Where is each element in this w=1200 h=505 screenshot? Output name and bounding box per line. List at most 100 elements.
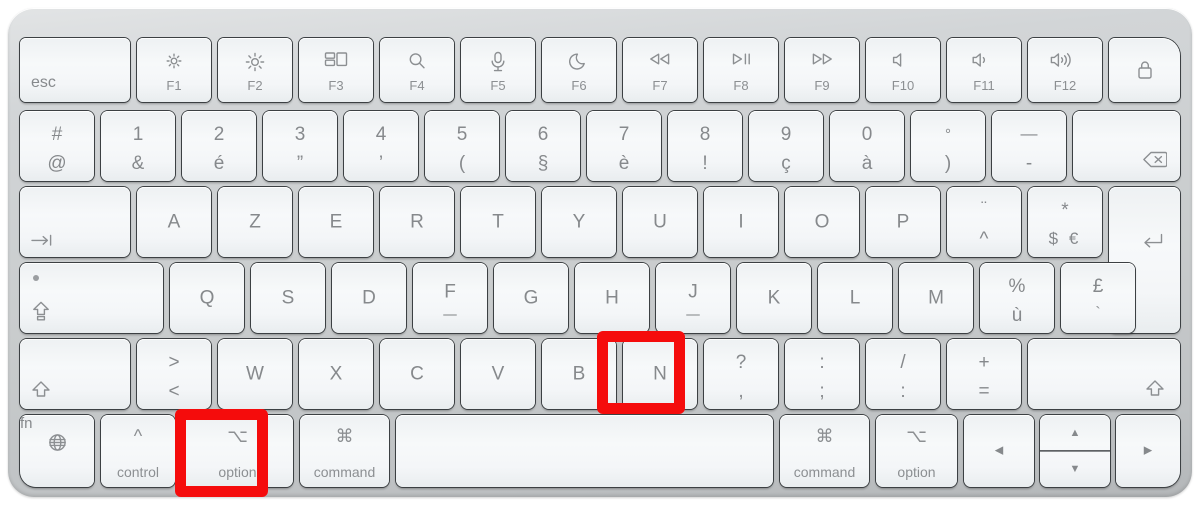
key-diaeresis-circumflex[interactable]: ¨ ^ <box>947 187 1021 257</box>
key-d[interactable]: D <box>332 263 406 333</box>
key-d-label: D <box>362 287 376 309</box>
key-4[interactable]: 4 ’ <box>344 111 418 181</box>
key-question-comma[interactable]: ? , <box>704 339 778 409</box>
key-w[interactable]: W <box>218 339 292 409</box>
key-p[interactable]: P <box>866 187 940 257</box>
key-space[interactable] <box>396 415 773 487</box>
key-delete[interactable] <box>1073 111 1180 181</box>
arrow-down-icon[interactable]: ▼ <box>1040 451 1110 487</box>
play-pause-icon <box>704 51 778 73</box>
key-0[interactable]: 0 à <box>830 111 904 181</box>
key-arrow-up-down[interactable]: ▲ ▼ <box>1040 415 1110 487</box>
key-l[interactable]: L <box>818 263 892 333</box>
key-esc[interactable]: esc <box>20 38 130 102</box>
key-option-left[interactable]: ⌥ option <box>182 415 293 487</box>
key-arrow-left[interactable]: ◀ <box>964 415 1034 487</box>
key-option-right[interactable]: ⌥ option <box>876 415 957 487</box>
shift-arrow-icon <box>1145 379 1165 397</box>
key-slash-top: / <box>900 352 906 373</box>
key-h-label: H <box>605 287 619 309</box>
key-f-tactile-bump <box>443 314 457 316</box>
key-shift-left[interactable] <box>20 339 130 409</box>
key-equals-bottom: = <box>978 381 990 402</box>
key-t-label: T <box>492 211 504 233</box>
key-e[interactable]: E <box>299 187 373 257</box>
key-greater-less[interactable]: > < <box>137 339 211 409</box>
key-fn-globe[interactable]: fn <box>20 415 94 487</box>
key-a[interactable]: A <box>137 187 211 257</box>
key-8-top: 8 <box>699 124 711 145</box>
key-f8[interactable]: F8 <box>704 38 778 102</box>
key-i[interactable]: I <box>704 187 778 257</box>
key-m[interactable]: M <box>899 263 973 333</box>
key-caps-lock[interactable] <box>20 263 163 333</box>
key-shift-right[interactable] <box>1028 339 1180 409</box>
key-z[interactable]: Z <box>218 187 292 257</box>
key-n[interactable]: N <box>623 339 697 409</box>
key-8[interactable]: 8 ! <box>668 111 742 181</box>
key-3[interactable]: 3 ” <box>263 111 337 181</box>
key-f1[interactable]: F1 <box>137 38 211 102</box>
key-tab[interactable] <box>20 187 130 257</box>
key-2[interactable]: 2 é <box>182 111 256 181</box>
key-q[interactable]: Q <box>170 263 244 333</box>
key-f[interactable]: F <box>413 263 487 333</box>
key-f9[interactable]: F9 <box>785 38 859 102</box>
key-f2[interactable]: F2 <box>218 38 292 102</box>
key-f12[interactable]: F12 <box>1028 38 1102 102</box>
key-k[interactable]: K <box>737 263 811 333</box>
key-command-right-glyph: ⌘ <box>815 426 834 446</box>
key-f10[interactable]: F10 <box>866 38 940 102</box>
key-h[interactable]: H <box>575 263 649 333</box>
key-i-label: I <box>738 211 744 233</box>
key-f11[interactable]: F11 <box>947 38 1021 102</box>
key-underscore-dash[interactable]: — - <box>992 111 1066 181</box>
key-o[interactable]: O <box>785 187 859 257</box>
key-z-label: Z <box>249 211 261 233</box>
key-command-right[interactable]: ⌘ command <box>780 415 869 487</box>
key-9[interactable]: 9 ç <box>749 111 823 181</box>
key-f5[interactable]: F5 <box>461 38 535 102</box>
key-degree-paren-bottom: ) <box>944 153 952 174</box>
key-u[interactable]: U <box>623 187 697 257</box>
key-f4[interactable]: F4 <box>380 38 454 102</box>
key-f7[interactable]: F7 <box>623 38 697 102</box>
key-9-bottom: ç <box>781 153 791 174</box>
arrow-up-icon[interactable]: ▲ <box>1040 415 1110 451</box>
key-t[interactable]: T <box>461 187 535 257</box>
key-command-left[interactable]: ⌘ command <box>300 415 389 487</box>
key-g[interactable]: G <box>494 263 568 333</box>
key-j[interactable]: J <box>656 263 730 333</box>
key-4-top: 4 <box>375 124 387 145</box>
key-r[interactable]: R <box>380 187 454 257</box>
mute-icon <box>866 51 940 73</box>
key-6[interactable]: 6 § <box>506 111 580 181</box>
key-5[interactable]: 5 ( <box>425 111 499 181</box>
key-colon-semicolon[interactable]: : ; <box>785 339 859 409</box>
key-f6[interactable]: F6 <box>542 38 616 102</box>
key-arrow-right[interactable]: ▶ <box>1116 415 1180 487</box>
key-1[interactable]: 1 & <box>101 111 175 181</box>
key-percent-ugrave[interactable]: % ù <box>980 263 1054 333</box>
key-degree-paren[interactable]: ° ) <box>911 111 985 181</box>
key-hash-at[interactable]: # @ <box>20 111 94 181</box>
top-letter-row: A Z E R T Y U I O P ¨ ^ * $ € <box>20 187 1180 333</box>
key-x[interactable]: X <box>299 339 373 409</box>
key-control-left[interactable]: ^ control <box>101 415 175 487</box>
key-7[interactable]: 7 è <box>587 111 661 181</box>
key-v[interactable]: V <box>461 339 535 409</box>
key-f3[interactable]: F3 <box>299 38 373 102</box>
key-ugrave-bottom: ù <box>1011 305 1023 326</box>
key-option-left-glyph: ⌥ <box>227 426 248 446</box>
key-s[interactable]: S <box>251 263 325 333</box>
key-pound-grave[interactable]: £ ` <box>1061 263 1135 333</box>
key-asterisk-dollar-euro[interactable]: * $ € <box>1028 187 1102 257</box>
key-c[interactable]: C <box>380 339 454 409</box>
brightness-up-icon <box>218 51 292 73</box>
key-slash-exclam[interactable]: / : <box>866 339 940 409</box>
key-k-label: K <box>767 287 781 309</box>
key-y[interactable]: Y <box>542 187 616 257</box>
key-plus-equals[interactable]: + = <box>947 339 1021 409</box>
key-touch-id[interactable] <box>1109 38 1180 102</box>
key-b[interactable]: B <box>542 339 616 409</box>
